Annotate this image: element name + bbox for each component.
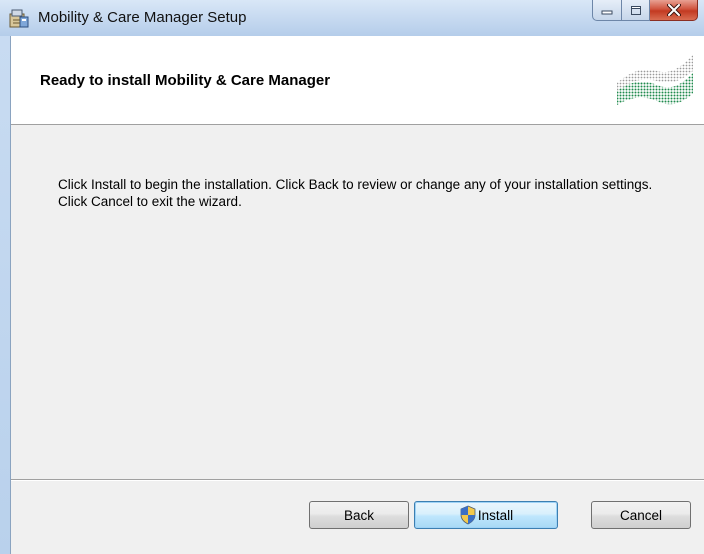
close-button[interactable]	[650, 0, 698, 21]
header-banner: Ready to install Mobility & Care Manager	[11, 36, 704, 125]
page-title: Ready to install Mobility & Care Manager	[40, 72, 331, 89]
back-button-label: Back	[343, 507, 374, 523]
maximize-button[interactable]	[622, 0, 650, 21]
maximize-icon	[630, 5, 641, 15]
instructions-text: Click Install to begin the installation.…	[58, 177, 653, 209]
cancel-button-label: Cancel	[619, 507, 663, 523]
close-icon	[666, 4, 681, 16]
back-button[interactable]: Back	[309, 501, 409, 529]
minimize-button[interactable]	[592, 0, 622, 21]
footer-divider	[11, 479, 704, 481]
uac-shield-icon	[460, 505, 476, 525]
install-button[interactable]: Install	[414, 501, 558, 529]
window-title: Mobility & Care Manager Setup	[38, 9, 247, 26]
cancel-button[interactable]: Cancel	[591, 501, 691, 529]
wave-logo-icon	[613, 49, 697, 111]
installer-icon[interactable]	[8, 7, 30, 29]
title-bar[interactable]: Mobility & Care Manager Setup	[0, 0, 704, 36]
install-button-label: Install	[477, 507, 514, 523]
minimize-icon	[601, 10, 613, 15]
setup-window: Mobility & Care Manager Setup Ready to i…	[0, 0, 704, 554]
caption-buttons	[592, 0, 698, 22]
dialog-client-area: Ready to install Mobility & Care Manager	[10, 36, 704, 554]
